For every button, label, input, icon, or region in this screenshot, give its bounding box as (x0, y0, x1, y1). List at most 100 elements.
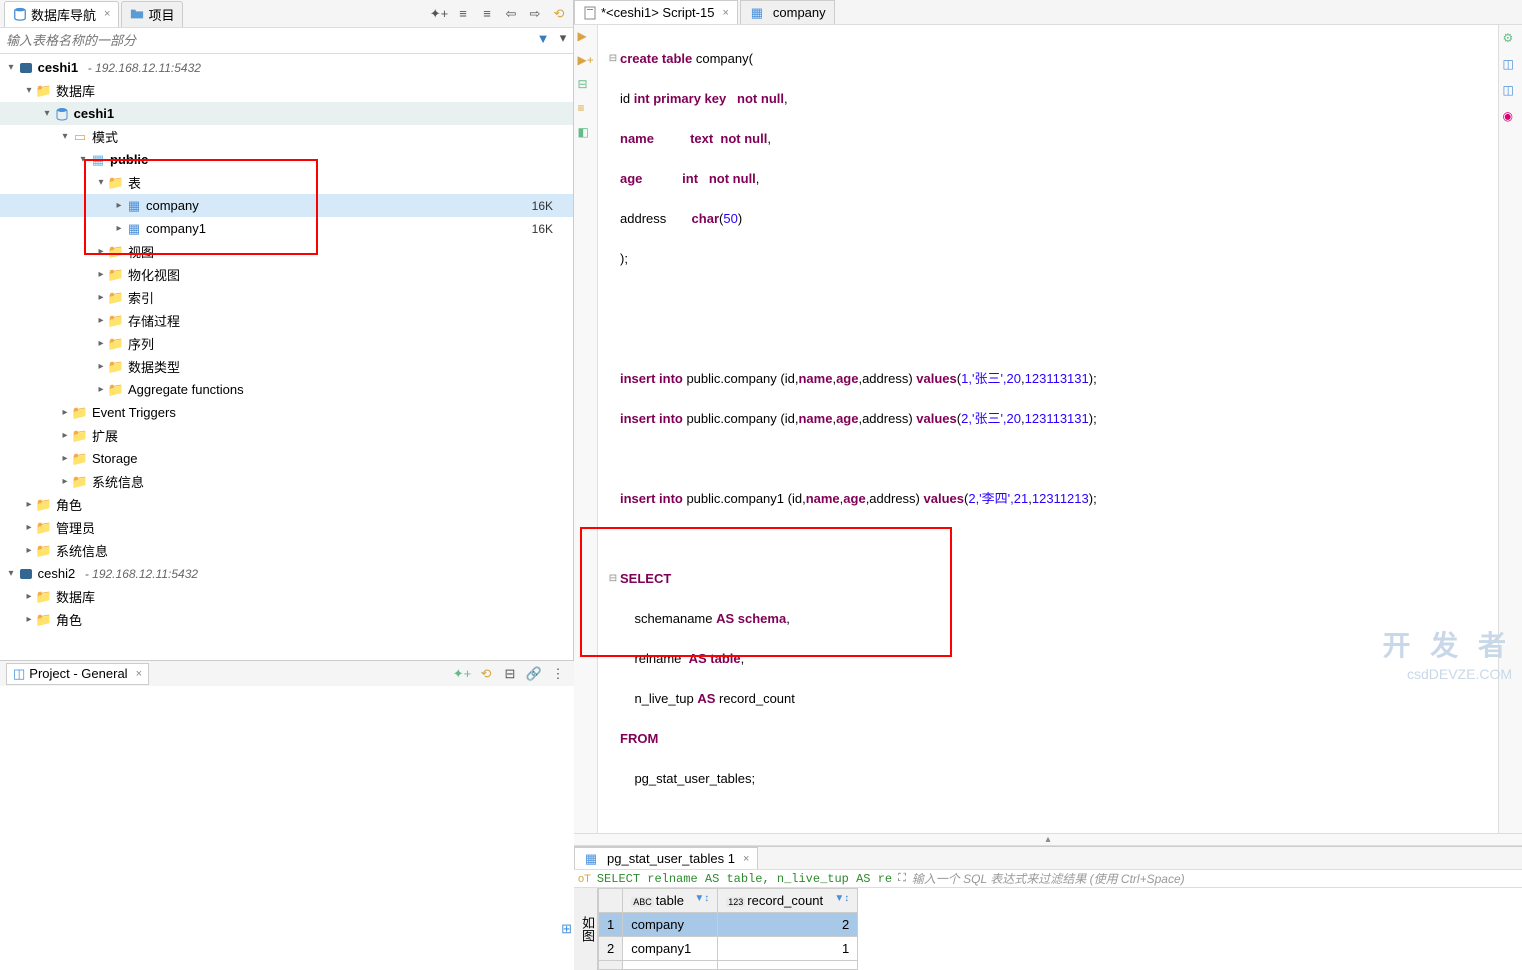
close-icon[interactable]: × (104, 8, 110, 20)
filter-icon[interactable]: ▼ (533, 28, 553, 48)
tree-datatypes[interactable]: ▸📁数据类型 (0, 355, 573, 378)
result-filter-hint[interactable]: 输入一个 SQL 表达式来过滤结果 (使用 Ctrl+Space) (912, 870, 1185, 887)
editor-tab-script[interactable]: *<ceshi1> Script-15 × (574, 0, 738, 24)
collapse-icon[interactable]: ⊟ (500, 664, 520, 684)
folder-icon: 📁 (36, 544, 52, 558)
table-icon: ▦ (749, 6, 765, 20)
pgsql-icon (18, 61, 34, 75)
tree-tables-folder[interactable]: ▾📁表 (0, 171, 573, 194)
result-row-empty (599, 961, 858, 970)
folder-icon: 📁 (72, 406, 88, 420)
result-grid[interactable]: ABCtable ▼↕ 123record_count ▼↕ 1 company… (598, 888, 858, 970)
commit-icon[interactable]: ◧ (578, 125, 594, 141)
tree-sysconns[interactable]: ▸📁系统信息 (0, 539, 573, 562)
sql-editor[interactable]: ⊟create table company( id int primary ke… (598, 25, 1498, 833)
pin-icon[interactable]: ◉ (1503, 109, 1519, 125)
tree-sysinfo[interactable]: ▸📁系统信息 (0, 470, 573, 493)
tree-event-triggers[interactable]: ▸📁Event Triggers (0, 401, 573, 424)
expand-icon[interactable]: ⛶ (898, 872, 906, 885)
tree-public[interactable]: ▾▦public (0, 148, 573, 171)
run-row-icon[interactable]: ▶+ (578, 53, 594, 69)
tree-databases[interactable]: ▾📁数据库 (0, 79, 573, 102)
link-icon[interactable]: 🔗 (524, 664, 544, 684)
result-tab[interactable]: ▦ pg_stat_user_tables 1 × (574, 847, 758, 869)
editor-side-toolbar: ⚙ ◫ ◫ ◉ (1498, 25, 1522, 833)
tree-db[interactable]: ▾ ceshi1 (0, 102, 573, 125)
filter-input[interactable] (0, 28, 533, 53)
tree-aggfns[interactable]: ▸📁Aggregate functions (0, 378, 573, 401)
forward-icon[interactable]: ⇨ (525, 4, 545, 24)
tree-procs[interactable]: ▸📁存储过程 (0, 309, 573, 332)
collapse-handle[interactable]: ▴ (574, 833, 1522, 846)
folder-icon: 📁 (108, 268, 124, 282)
watermark-sub: csdDEVZE.COM (1407, 666, 1512, 682)
explain-icon[interactable]: ⊟ (578, 77, 594, 93)
menu-icon[interactable]: ⋮ (548, 664, 568, 684)
result-row[interactable]: 1 company 2 (599, 913, 858, 937)
tree-matviews[interactable]: ▸📁物化视图 (0, 263, 573, 286)
folder-icon: 📁 (36, 590, 52, 604)
tree-conn[interactable]: ▾ ceshi2 - 192.168.12.11:5432 (0, 562, 573, 585)
dropdown-icon[interactable]: ▾ (553, 28, 573, 48)
run-icon[interactable]: ▶ (578, 29, 594, 45)
refresh-icon[interactable]: ⟲ (476, 664, 496, 684)
folder-icon: 📁 (36, 498, 52, 512)
tree-schemas[interactable]: ▾▭模式 (0, 125, 573, 148)
folder-icon: 📁 (108, 360, 124, 374)
gear-icon[interactable]: ⚙ (1503, 31, 1519, 47)
nav-tab-bar: 数据库导航 × 项目 ✦+ ≡ ≡ ⇦ ⇨ ⟲ (0, 0, 573, 28)
tab-db-nav[interactable]: 数据库导航 × (4, 1, 119, 27)
folder-icon: 📁 (36, 84, 52, 98)
status-project-tab[interactable]: ◫ Project - General × (6, 663, 149, 685)
tree-indexes[interactable]: ▸📁索引 (0, 286, 573, 309)
tree-storage[interactable]: ▸📁Storage (0, 447, 573, 470)
script-icon[interactable]: ≡ (578, 101, 594, 117)
grid-icon[interactable]: ⊞ (561, 921, 572, 937)
panel-icon[interactable]: ◫ (1503, 57, 1519, 73)
col-header-table[interactable]: ABCtable ▼↕ (623, 889, 718, 913)
schema-folder-icon: ▭ (72, 130, 88, 144)
table-icon: ▦ (126, 199, 142, 213)
folder-icon: 📁 (72, 475, 88, 489)
divider-icon: ≡ (453, 4, 473, 24)
tree-roles[interactable]: ▸📁角色 (0, 493, 573, 516)
sql-file-icon (583, 6, 597, 20)
tree-sequences[interactable]: ▸📁序列 (0, 332, 573, 355)
editor-tab-bar: *<ceshi1> Script-15 × ▦ company (574, 0, 1522, 25)
folder-icon: 📁 (72, 429, 88, 443)
close-icon[interactable]: × (743, 853, 749, 865)
close-icon[interactable]: × (136, 668, 142, 680)
panel-icon[interactable]: ◫ (1503, 83, 1519, 99)
result-row[interactable]: 2 company1 1 (599, 937, 858, 961)
result-query-text: SELECT relname AS table, n_live_tup AS r… (597, 872, 892, 886)
sql-icon[interactable]: oT (578, 873, 591, 885)
close-icon[interactable]: × (722, 7, 728, 19)
watermark: 开 发 者 (1382, 624, 1512, 664)
tree-table[interactable]: ▸▦company16K (0, 194, 573, 217)
result-side-tabs[interactable]: 如图 ⊞ (574, 888, 598, 970)
col-header-count[interactable]: 123record_count ▼↕ (718, 889, 858, 913)
tree-admin[interactable]: ▸📁管理员 (0, 516, 573, 539)
tree-views[interactable]: ▸📁视图 (0, 240, 573, 263)
editor-tab-company[interactable]: ▦ company (740, 0, 835, 24)
database-icon (13, 7, 27, 21)
folder-icon: 📁 (108, 245, 124, 259)
tree-roles[interactable]: ▸📁角色 (0, 608, 573, 631)
tree-conn[interactable]: ▾ ceshi1 - 192.168.12.11:5432 (0, 56, 573, 79)
table-icon: ▦ (583, 852, 599, 866)
new-conn-icon[interactable]: ✦+ (429, 4, 449, 24)
new-icon[interactable]: ✦+ (452, 664, 472, 684)
back-icon[interactable]: ⇦ (501, 4, 521, 24)
db-tree: ▾ ceshi1 - 192.168.12.11:5432 ▾📁数据库 ▾ ce… (0, 54, 573, 686)
link-icon[interactable]: ⟲ (549, 4, 569, 24)
divider-icon: ≡ (477, 4, 497, 24)
tree-databases[interactable]: ▸📁数据库 (0, 585, 573, 608)
folder-icon: 📁 (108, 337, 124, 351)
tree-table[interactable]: ▸▦company116K (0, 217, 573, 240)
folder-icon (130, 7, 144, 21)
tree-extensions[interactable]: ▸📁扩展 (0, 424, 573, 447)
folder-icon: 📁 (36, 613, 52, 627)
schema-icon: ▦ (90, 153, 106, 167)
folder-icon: 📁 (36, 521, 52, 535)
tab-project[interactable]: 项目 (121, 1, 183, 27)
